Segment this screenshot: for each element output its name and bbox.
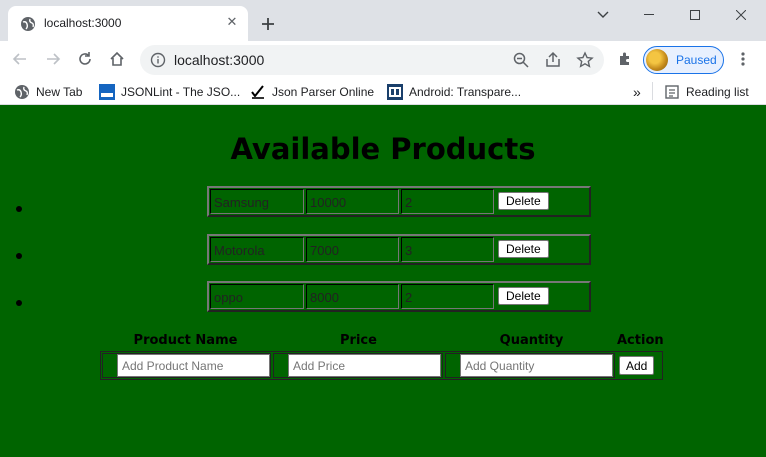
- forward-arrow-icon[interactable]: [42, 48, 64, 70]
- close-tab-icon[interactable]: ✕: [224, 15, 240, 31]
- product-row: Samsung 10000 2 Delete: [207, 186, 591, 217]
- header-quantity: Quantity: [499, 333, 564, 348]
- bookmark-label: JSONLint - The JSO...: [121, 85, 241, 99]
- zoom-icon[interactable]: [512, 51, 530, 69]
- globe-icon: [20, 16, 36, 32]
- product-quantity-cell: 2: [401, 284, 494, 309]
- page-title: Available Products: [230, 132, 536, 166]
- quantity-cell: [445, 353, 615, 378]
- more-bookmarks-button[interactable]: »: [633, 83, 641, 101]
- form-headers: Product Name Price Quantity Action: [0, 333, 766, 351]
- browser-tab-strip: localhost:3000 ✕: [0, 0, 766, 41]
- profile-status: Paused: [676, 53, 717, 67]
- address-bar[interactable]: localhost:3000: [140, 45, 604, 75]
- bookmark-star-icon[interactable]: [576, 51, 594, 69]
- list-bullet: [16, 253, 22, 259]
- quantity-input[interactable]: [460, 354, 613, 377]
- bookmarks-bar: New Tab JSONLint - The JSO... Json Parse…: [0, 78, 766, 105]
- price-cell: [273, 353, 443, 378]
- reading-list-icon: [664, 84, 680, 100]
- product-name-cell: oppo: [210, 284, 304, 309]
- product-name-cell: Motorola: [210, 237, 304, 262]
- tab-title: localhost:3000: [44, 16, 122, 30]
- reload-icon[interactable]: [74, 48, 96, 70]
- product-row: Motorola 7000 3 Delete: [207, 234, 591, 265]
- delete-button[interactable]: Delete: [498, 240, 549, 258]
- add-button[interactable]: Add: [619, 356, 655, 375]
- product-price-cell: 10000: [306, 189, 399, 214]
- home-icon[interactable]: [106, 48, 128, 70]
- site-info-icon[interactable]: [150, 52, 166, 68]
- globe-icon: [14, 84, 30, 100]
- extensions-icon[interactable]: [614, 48, 636, 70]
- browser-tab[interactable]: localhost:3000 ✕: [8, 6, 248, 41]
- list-bullet: [16, 300, 22, 306]
- reading-list-button[interactable]: Reading list: [664, 83, 749, 101]
- divider: [652, 82, 653, 100]
- profile-button[interactable]: Paused: [643, 46, 724, 74]
- json-parser-icon: [250, 84, 266, 100]
- header-action: Action: [617, 333, 664, 348]
- browser-toolbar: localhost:3000 Paused: [0, 41, 766, 78]
- new-tab-button[interactable]: [256, 12, 280, 36]
- bookmark-jsonlint[interactable]: JSONLint - The JSO...: [99, 83, 240, 101]
- url-text: localhost:3000: [174, 52, 265, 68]
- jsonlint-icon: [99, 84, 115, 100]
- delete-button[interactable]: Delete: [498, 287, 549, 305]
- product-price-cell: 7000: [306, 237, 399, 262]
- back-arrow-icon[interactable]: [9, 48, 31, 70]
- bookmark-android[interactable]: Android: Transpare...: [387, 83, 521, 101]
- avatar: [646, 49, 668, 71]
- share-icon[interactable]: [544, 51, 562, 69]
- product-quantity-cell: 3: [401, 237, 494, 262]
- product-name-cell: Samsung: [210, 189, 304, 214]
- page-content: Available Products Samsung 10000 2 Delet…: [0, 110, 766, 457]
- close-window-button[interactable]: [718, 0, 764, 30]
- menu-kebab-icon[interactable]: [732, 48, 754, 70]
- delete-button[interactable]: Delete: [498, 192, 549, 210]
- product-quantity-cell: 2: [401, 189, 494, 214]
- bookmark-label: New Tab: [36, 85, 83, 99]
- add-product-form: Add: [100, 351, 663, 380]
- product-row: oppo 8000 2 Delete: [207, 281, 591, 312]
- bookmark-label: Json Parser Online: [272, 85, 375, 99]
- list-bullet: [16, 206, 22, 212]
- android-41-icon: [387, 84, 403, 100]
- bookmark-new-tab[interactable]: New Tab: [14, 83, 82, 101]
- action-cell: Add: [617, 353, 659, 378]
- header-price: Price: [340, 333, 377, 348]
- maximize-button[interactable]: [672, 0, 718, 30]
- chevron-down-icon[interactable]: [580, 0, 626, 30]
- name-cell: [102, 353, 271, 378]
- reading-list-label: Reading list: [686, 85, 749, 99]
- bookmark-json-parser[interactable]: Json Parser Online: [250, 83, 374, 101]
- header-product-name: Product Name: [133, 333, 238, 348]
- product-price-cell: 8000: [306, 284, 399, 309]
- bookmark-label: Android: Transpare...: [409, 85, 522, 99]
- product-name-input[interactable]: [117, 354, 270, 377]
- price-input[interactable]: [288, 354, 441, 377]
- minimize-button[interactable]: [626, 0, 672, 30]
